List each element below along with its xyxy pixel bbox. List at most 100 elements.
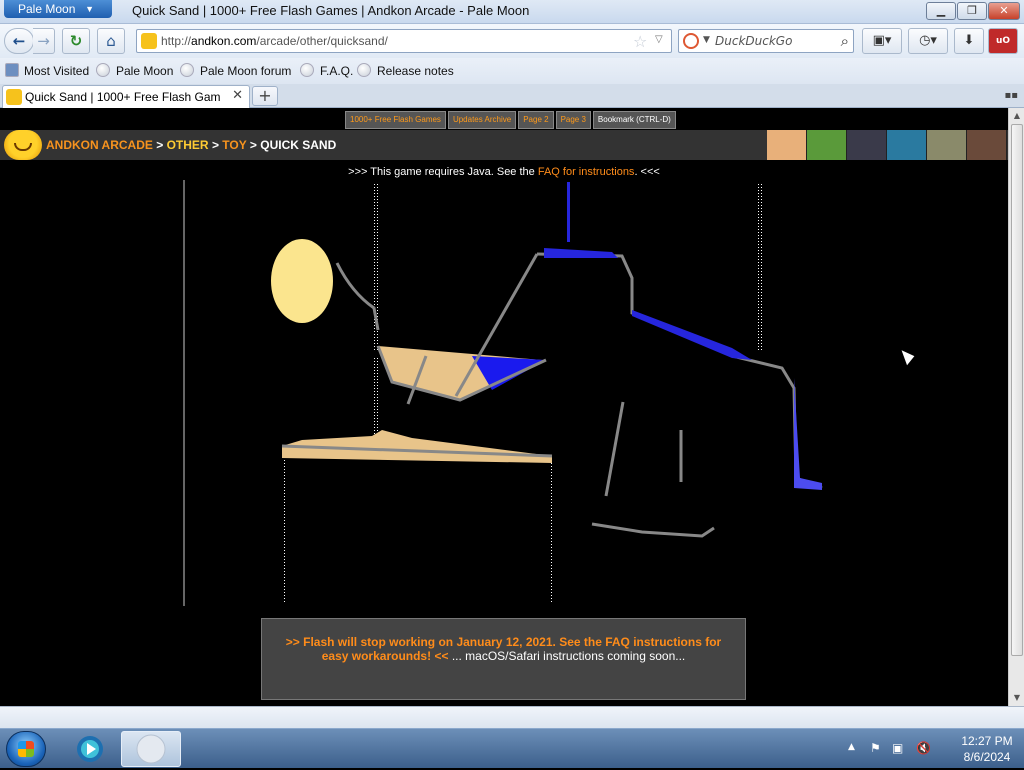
breadcrumb-toy[interactable]: TOY <box>222 138 246 152</box>
game-thumbnail[interactable] <box>887 130 927 160</box>
start-button[interactable] <box>6 731 46 767</box>
page-content: 1000+ Free Flash Games Updates Archive P… <box>0 108 1008 706</box>
wall-line <box>604 401 625 497</box>
maximize-button[interactable]: ❐ <box>957 2 987 20</box>
scroll-down-icon[interactable]: ▼ <box>1009 690 1024 706</box>
game-thumbnail[interactable] <box>967 130 1007 160</box>
bookmark-faq[interactable]: F.A.Q. <box>320 64 353 78</box>
url-text[interactable]: http://andkon.com/arcade/other/quicksand… <box>161 34 388 48</box>
window-title-bar: Pale Moon ▼ Quick Sand | 1000+ Free Flas… <box>0 0 1024 24</box>
bookmark-pale-moon[interactable]: Pale Moon <box>116 64 173 78</box>
pale-moon-icon <box>136 734 166 764</box>
history-button[interactable]: ◷▾ <box>908 28 948 54</box>
scroll-up-icon[interactable]: ▲ <box>1009 108 1024 124</box>
forward-button[interactable]: → <box>33 28 55 54</box>
taskbar-clock[interactable]: 12:27 PM 8/6/2024 <box>954 733 1020 765</box>
nav-link-free-games[interactable]: 1000+ Free Flash Games <box>345 111 446 129</box>
bookmarks-menu-button[interactable]: ▣▾ <box>862 28 902 54</box>
nav-link-bookmark[interactable]: Bookmark (CTRL-D) <box>592 111 676 129</box>
back-button[interactable]: ← <box>4 28 34 54</box>
chevron-down-icon[interactable]: ▼ <box>703 35 710 45</box>
status-bar <box>0 706 1024 728</box>
volume-muted-icon[interactable]: 🔇 <box>916 741 931 755</box>
bookmark-most-visited[interactable]: Most Visited <box>24 64 89 78</box>
bookmark-release-notes[interactable]: Release notes <box>377 64 454 78</box>
app-menu-button[interactable]: Pale Moon ▼ <box>4 0 112 18</box>
bookmarks-icon: ▣▾ <box>872 33 892 48</box>
download-arrow-icon: ⬇ <box>963 33 975 48</box>
chevron-down-icon: ▼ <box>85 4 94 14</box>
flash-notice: >> Flash will stop working on January 12… <box>261 618 746 700</box>
system-tray: ▲ ⚑ ▣ 🔇 12:27 PM 8/6/2024 <box>834 729 1024 769</box>
bookmark-star-icon[interactable]: ☆ <box>633 32 647 51</box>
tab-quick-sand[interactable]: Quick Sand | 1000+ Free Flash Games | ✕ <box>2 85 250 108</box>
game-thumbnail[interactable] <box>767 130 807 160</box>
most-visited-icon <box>5 63 19 77</box>
network-icon[interactable]: ▣ <box>892 741 906 755</box>
search-icon[interactable]: ⌕ <box>841 32 849 50</box>
water-pool <box>632 310 752 360</box>
navigation-toolbar: ← → ↻ ⌂ http://andkon.com/arcade/other/q… <box>0 24 1024 58</box>
duckduckgo-icon[interactable] <box>683 33 699 49</box>
minimize-button[interactable]: ▁ <box>926 2 956 20</box>
taskbar-app-pale-moon[interactable] <box>121 731 181 767</box>
home-button[interactable]: ⌂ <box>97 28 125 54</box>
ublock-icon: uO <box>995 36 1011 46</box>
search-input[interactable]: DuckDuckGo <box>715 34 792 48</box>
tab-list-icon[interactable]: ▪▪ <box>1004 90 1018 101</box>
sand-stream <box>550 463 554 603</box>
tab-label: Quick Sand | 1000+ Free Flash Games | <box>25 90 221 104</box>
new-tab-button[interactable]: + <box>252 86 278 106</box>
downloads-button[interactable]: ⬇ <box>954 28 984 54</box>
water-stream <box>567 182 570 242</box>
url-dropdown-icon[interactable]: ▽ <box>655 34 663 45</box>
tab-strip: Quick Sand | 1000+ Free Flash Games | ✕ … <box>0 84 1024 108</box>
flash-notice-soon: ... macOS/Safari instructions coming soo… <box>451 649 686 663</box>
breadcrumb-other[interactable]: OTHER <box>167 138 209 152</box>
url-bar[interactable]: http://andkon.com/arcade/other/quicksand… <box>136 29 672 53</box>
reload-button[interactable]: ↻ <box>62 28 90 54</box>
globe-icon <box>357 63 371 77</box>
close-tab-icon[interactable]: ✕ <box>232 88 243 103</box>
site-favicon-icon <box>141 33 157 49</box>
site-top-nav: 1000+ Free Flash Games Updates Archive P… <box>345 111 676 129</box>
water-pool <box>794 378 822 490</box>
windows-logo-icon <box>18 741 34 757</box>
water-pool <box>544 248 618 258</box>
breadcrumb-root[interactable]: ANDKON ARCADE <box>46 138 153 152</box>
nav-link-page-2[interactable]: Page 2 <box>518 111 554 129</box>
sand-stream <box>282 448 286 603</box>
java-requirement-message: >>> This game requires Java. See the FAQ… <box>348 166 660 178</box>
faq-link[interactable]: FAQ for instructions <box>538 166 635 178</box>
tab-favicon-icon <box>6 89 22 105</box>
wall-line <box>591 522 715 538</box>
game-thumbnail[interactable] <box>847 130 887 160</box>
search-bar[interactable]: ▼ DuckDuckGo ⌕ <box>678 29 854 53</box>
andkon-logo-icon[interactable] <box>4 130 42 160</box>
page-scrollbar[interactable]: ▲ ▼ <box>1008 108 1024 706</box>
taskbar: ▲ ⚑ ▣ 🔇 12:27 PM 8/6/2024 <box>0 728 1024 768</box>
show-hidden-icons-icon[interactable]: ▲ <box>848 742 855 752</box>
sand-stream <box>374 358 379 438</box>
bookmark-pale-moon-forum[interactable]: Pale Moon forum <box>200 64 291 78</box>
game-thumbnails <box>767 130 1008 160</box>
nav-link-updates-archive[interactable]: Updates Archive <box>447 111 517 129</box>
clock-icon: ◷▾ <box>919 33 937 48</box>
clock-date: 8/6/2024 <box>963 750 1011 764</box>
scrollbar-thumb[interactable] <box>1011 124 1023 656</box>
nav-link-page-3[interactable]: Page 3 <box>555 111 591 129</box>
ublock-button[interactable]: uO <box>988 28 1018 54</box>
quick-sand-game-canvas[interactable] <box>182 178 842 608</box>
close-button[interactable]: ✕ <box>988 2 1020 20</box>
game-thumbnail[interactable] <box>807 130 847 160</box>
taskbar-app[interactable] <box>62 731 118 767</box>
globe-icon <box>180 63 194 77</box>
globe-icon <box>96 63 110 77</box>
sun-blob <box>271 239 333 323</box>
forward-arrow-icon: → <box>37 32 50 50</box>
reload-icon: ↻ <box>69 32 83 50</box>
back-arrow-icon: ← <box>12 32 26 50</box>
game-thumbnail[interactable] <box>927 130 967 160</box>
flag-icon[interactable]: ⚑ <box>870 741 884 755</box>
breadcrumb: ANDKON ARCADE > OTHER > TOY > QUICK SAND <box>46 138 337 152</box>
